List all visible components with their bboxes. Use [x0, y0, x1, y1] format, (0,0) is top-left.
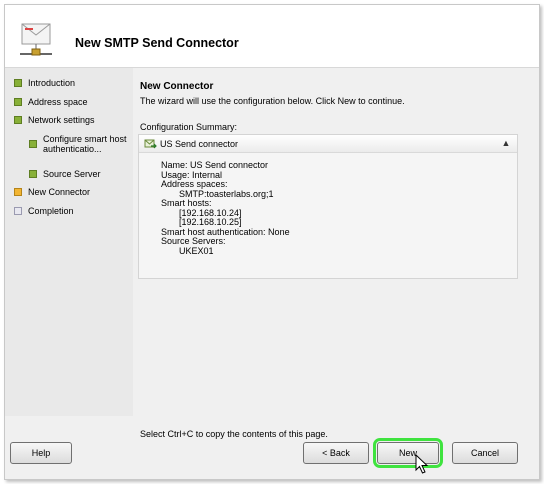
step-completion: Completion — [14, 206, 74, 216]
step-label: Configure smart host authenticatio... — [43, 134, 127, 154]
step-complete-icon — [14, 98, 22, 106]
wizard-header: New SMTP Send Connector — [5, 5, 539, 68]
step-complete-icon — [14, 79, 22, 87]
step-network-settings: Network settings — [14, 115, 95, 125]
step-label: Introduction — [28, 78, 76, 88]
wizard-window: New SMTP Send Connector Introduction Add… — [4, 4, 540, 480]
step-configure-smart-host-auth: Configure smart host authenticatio... — [29, 134, 129, 154]
step-complete-icon — [14, 116, 22, 124]
send-connector-icon — [144, 139, 157, 149]
step-complete-icon — [29, 170, 37, 178]
summary-line: UKEX01 — [179, 245, 214, 256]
mouse-cursor-icon — [415, 454, 429, 474]
configuration-summary: US Send connector ▲ Name: US Send connec… — [138, 134, 518, 279]
step-complete-icon — [29, 140, 37, 148]
step-current-icon — [14, 188, 22, 196]
step-label: Completion — [28, 206, 74, 216]
page-description: The wizard will use the configuration be… — [140, 96, 405, 106]
step-label: Source Server — [43, 169, 101, 179]
window-title: New SMTP Send Connector — [75, 36, 239, 50]
step-label: Network settings — [28, 115, 95, 125]
page-heading: New Connector — [140, 81, 214, 92]
step-label: Address space — [28, 97, 88, 107]
step-new-connector: New Connector — [14, 187, 90, 197]
step-pending-icon — [14, 207, 22, 215]
summary-details: Name: US Send connector Usage: Internal … — [161, 160, 290, 256]
step-address-space: Address space — [14, 97, 88, 107]
step-introduction: Introduction — [14, 78, 75, 88]
copy-hint: Select Ctrl+C to copy the contents of th… — [140, 429, 328, 439]
cancel-button[interactable]: Cancel — [452, 442, 518, 464]
summary-label: Configuration Summary: — [140, 122, 238, 132]
back-button[interactable]: < Back — [303, 442, 369, 464]
step-label: New Connector — [28, 187, 91, 197]
step-source-server: Source Server — [29, 169, 101, 179]
help-button[interactable]: Help — [10, 442, 72, 464]
collapse-chevron-icon[interactable]: ▲ — [501, 138, 511, 149]
mail-connector-icon — [20, 23, 52, 56]
new-button[interactable]: New — [373, 438, 443, 468]
summary-header[interactable]: US Send connector ▲ — [139, 135, 517, 153]
summary-connector-name: US Send connector — [160, 139, 239, 149]
